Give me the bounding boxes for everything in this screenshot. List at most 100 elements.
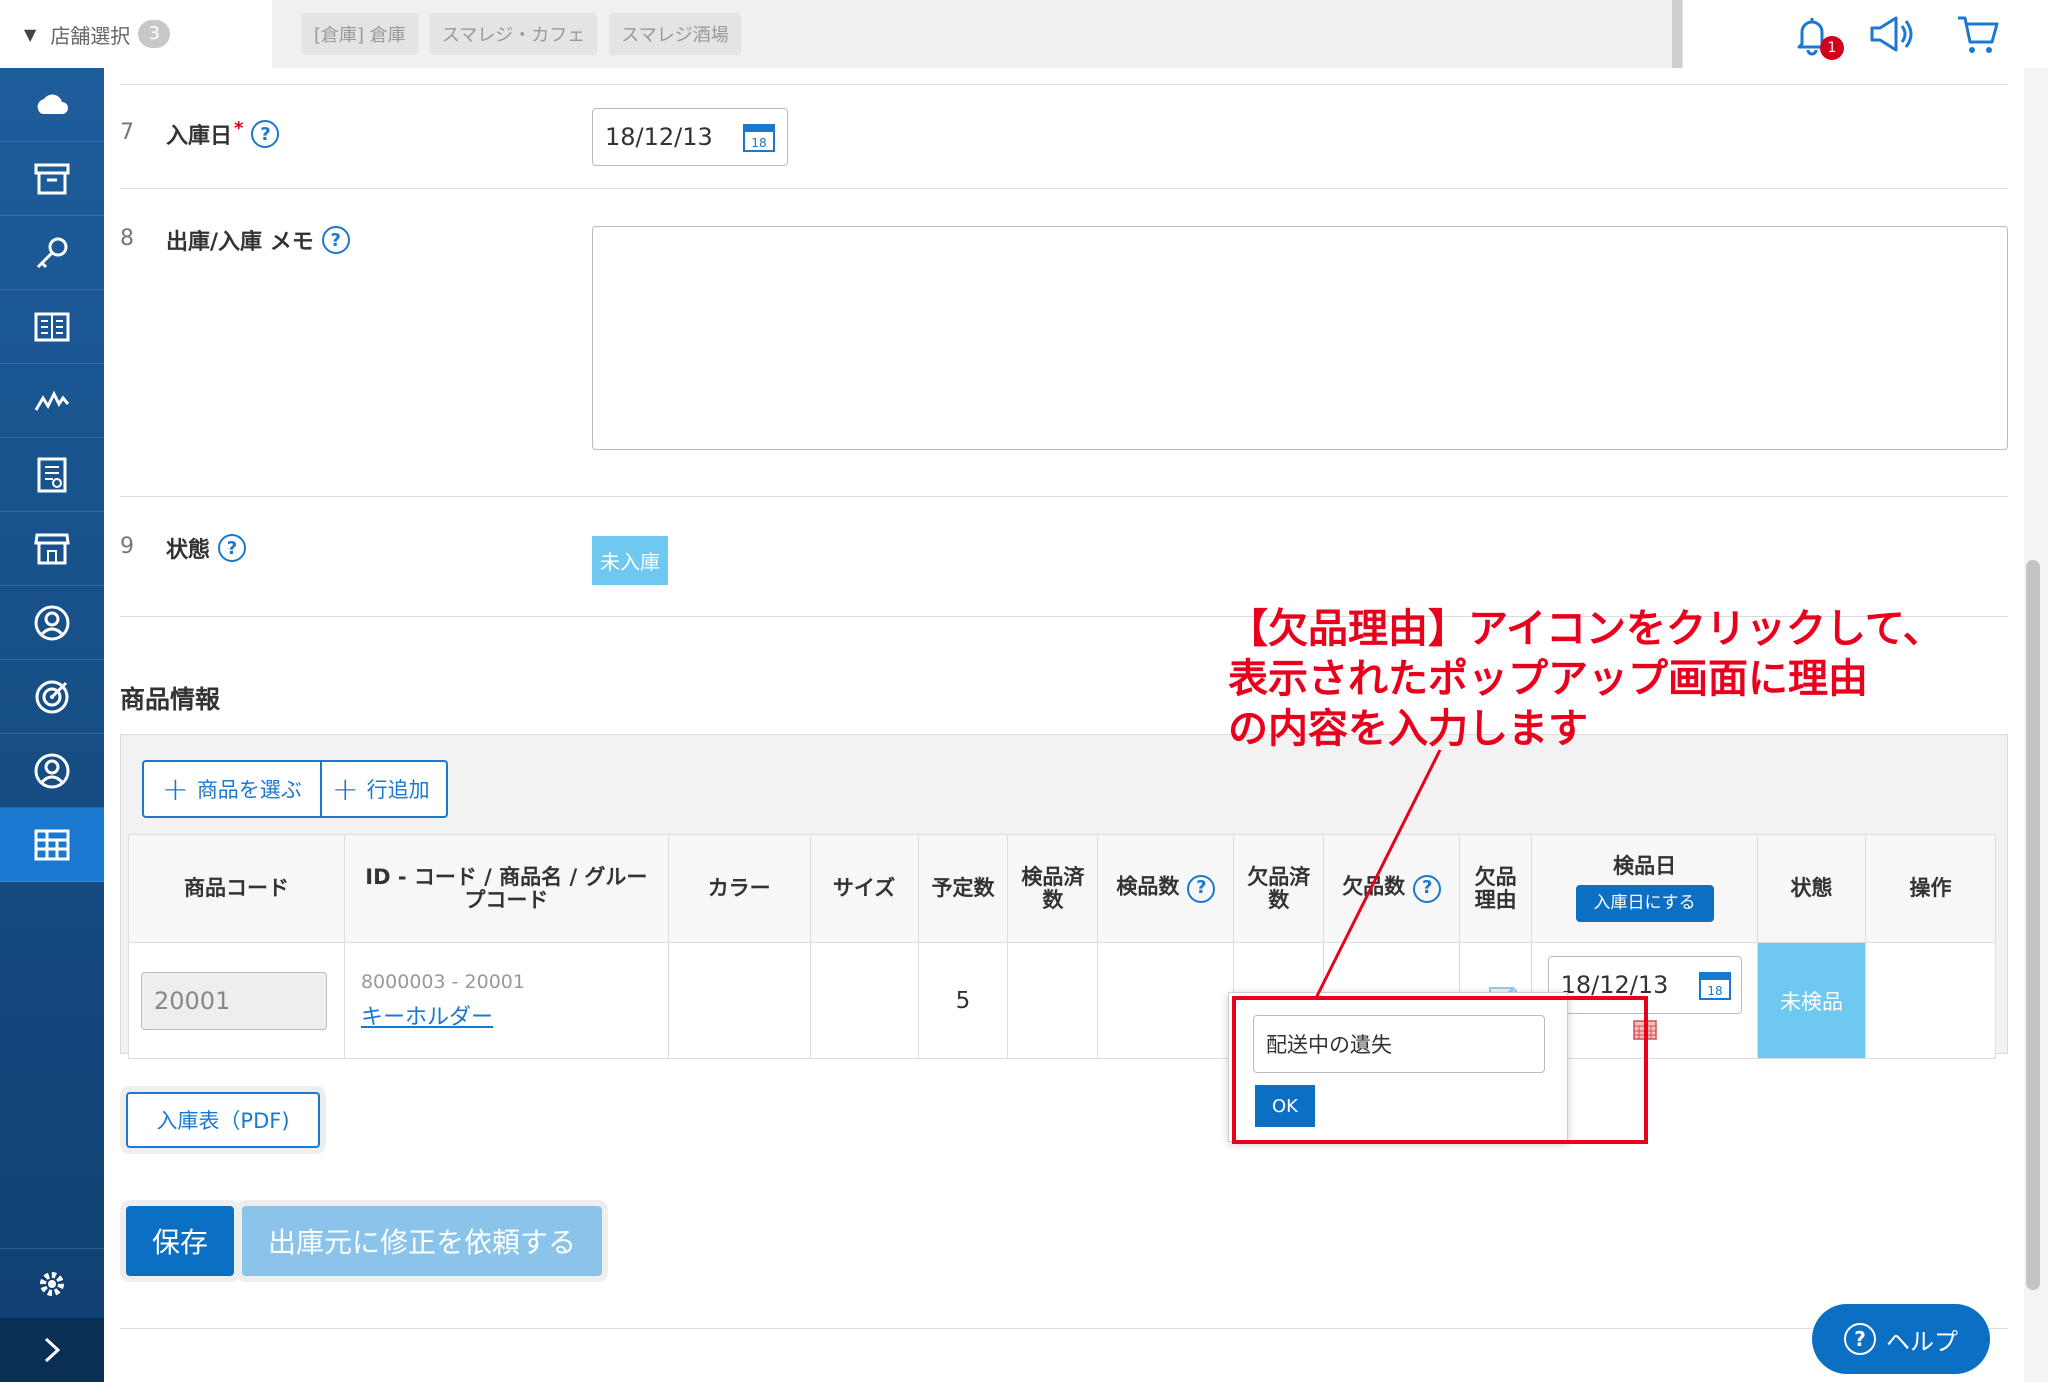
cell-color: [667, 942, 811, 1059]
chevron-right-icon: [44, 1337, 61, 1363]
cart-icon[interactable]: [1954, 10, 2002, 58]
top-bar: ▼ 店舗選択 3 [倉庫] 倉庫 スマレジ・カフェ スマレジ酒場 1: [0, 0, 2048, 68]
annotation-highlight-box: [1232, 996, 1648, 1144]
sidebar-item-target[interactable]: [0, 660, 104, 734]
col-header: サイズ: [809, 834, 919, 943]
select-product-label: 商品を選ぶ: [196, 778, 302, 802]
store-tab-cafe[interactable]: スマレジ・カフェ: [429, 13, 598, 55]
divider: [120, 188, 2008, 189]
help-icon[interactable]: ?: [218, 534, 247, 562]
cell-planned: 5: [917, 942, 1009, 1059]
scrollbar-thumb[interactable]: [2026, 560, 2040, 1290]
cell-size: [809, 942, 919, 1059]
product-id-code: 8000003 - 20001: [360, 970, 525, 993]
col-header-inspect-date: 検品日 入庫日にする: [1531, 834, 1759, 943]
row-number: 7: [120, 120, 134, 145]
staff-icon: [34, 753, 70, 788]
annotation-line-1: 【欠品理由】アイコンをクリックして、: [1228, 606, 1943, 652]
arrival-date-field[interactable]: 18/12/13 18: [592, 108, 788, 166]
inspect-date-value: 18/12/13: [1560, 971, 1669, 999]
product-name-link[interactable]: キーホルダー: [361, 1005, 493, 1030]
sidebar-item-report[interactable]: [0, 438, 104, 512]
col-header-label: 検品日: [1613, 853, 1677, 878]
caret-down-icon: ▼: [24, 24, 37, 44]
field-label-status: 状態 ?: [166, 532, 247, 564]
sidebar-item-analytics[interactable]: [0, 364, 104, 438]
set-arrival-date-button[interactable]: 入庫日にする: [1575, 884, 1714, 923]
calendar-day: 18: [1707, 984, 1722, 998]
sidebar-item-store[interactable]: [0, 512, 104, 586]
grid-icon: [34, 829, 70, 860]
megaphone-icon[interactable]: [1866, 10, 1914, 58]
main-content: 7 入庫日 * ? 18/12/13 18 8 出庫/入庫 メモ ? 9 状態 …: [104, 68, 2024, 1382]
plus-icon: +: [162, 770, 189, 808]
sidebar-item-book[interactable]: [0, 290, 104, 364]
status-badge: 未入庫: [592, 536, 668, 585]
store-count-badge: 3: [138, 20, 171, 48]
add-row-button[interactable]: + 行追加: [321, 760, 448, 818]
field-label-arrival-date: 入庫日 * ?: [166, 118, 280, 150]
status-label: 状態: [166, 538, 211, 563]
calendar-icon[interactable]: 18: [743, 122, 775, 152]
report-icon: [37, 457, 67, 492]
save-button[interactable]: 保存: [126, 1206, 234, 1276]
sidebar-item-customer[interactable]: [0, 586, 104, 660]
divider: [120, 1328, 2008, 1329]
col-header: 検品済数: [1007, 834, 1099, 943]
sidebar-item-archive[interactable]: [0, 142, 104, 216]
col-header: 操作: [1864, 834, 1997, 943]
memo-textarea[interactable]: [592, 226, 2008, 450]
sidebar-item-cloud[interactable]: [0, 68, 104, 142]
col-header: 商品コード: [128, 834, 345, 943]
col-header-label: 検品数: [1116, 874, 1180, 899]
settings-button[interactable]: [0, 1248, 104, 1318]
request-correction-button[interactable]: 出庫元に修正を依頼する: [242, 1206, 602, 1276]
select-product-button[interactable]: + 商品を選ぶ: [142, 760, 322, 818]
customer-icon: [34, 605, 70, 640]
chart-line-icon: [34, 390, 70, 411]
table-row: 20001 8000003 - 20001 キーホルダー 5 18/12/13: [128, 942, 1997, 1059]
store-tab-bar[interactable]: スマレジ酒場: [609, 13, 741, 55]
book-icon: [34, 312, 70, 341]
col-header: ID - コード / 商品名 / グループコード: [343, 834, 669, 943]
help-circle-icon: ?: [1844, 1323, 1876, 1355]
target-icon: [35, 680, 69, 713]
notification-badge: 1: [1820, 36, 1844, 60]
table-header-row: 商品コード ID - コード / 商品名 / グループコード カラー サイズ 予…: [128, 834, 1997, 943]
section-title-products: 商品情報: [120, 685, 221, 714]
col-header: 状態: [1757, 834, 1866, 943]
sidebar-item-inventory[interactable]: [0, 808, 104, 882]
cloud-icon: [37, 94, 68, 114]
annotation-arrow: [1314, 749, 1442, 999]
store-tab-warehouse[interactable]: [倉庫] 倉庫: [302, 13, 418, 55]
store-icon: [34, 533, 70, 564]
add-row-label: 行追加: [366, 778, 430, 802]
cell-inspected: [1007, 942, 1099, 1059]
gear-icon: [40, 1271, 64, 1296]
sidebar: [0, 68, 104, 1382]
cell-actions: [1864, 942, 1997, 1059]
product-action-group: + 商品を選ぶ + 行追加: [142, 760, 448, 818]
store-select-label: 店舗選択: [50, 23, 131, 48]
annotation-line-3: の内容を入力します: [1228, 706, 1588, 752]
col-header: 欠品理由: [1459, 834, 1533, 943]
archive-box-icon: [34, 163, 70, 194]
calendar-icon[interactable]: 18: [1698, 970, 1731, 1000]
help-button[interactable]: ? ヘルプ: [1812, 1304, 1990, 1374]
calendar-day: 18: [751, 136, 766, 150]
divider: [120, 496, 2008, 497]
field-label-memo: 出庫/入庫 メモ ?: [166, 224, 350, 256]
sidebar-item-key[interactable]: [0, 216, 104, 290]
memo-label: 出庫/入庫 メモ: [166, 230, 314, 255]
row-number: 9: [120, 534, 134, 559]
col-header: 予定数: [917, 834, 1009, 943]
arrival-pdf-button[interactable]: 入庫表（PDF): [126, 1092, 320, 1148]
product-code-field: 20001: [141, 971, 327, 1030]
help-icon[interactable]: ?: [251, 120, 280, 148]
arrival-date-value: 18/12/13: [605, 123, 713, 151]
store-select-dropdown[interactable]: ▼ 店舗選択 3: [0, 0, 272, 68]
key-icon: [36, 237, 68, 268]
expand-sidebar-button[interactable]: [0, 1318, 104, 1382]
help-icon[interactable]: ?: [321, 226, 350, 254]
sidebar-item-staff[interactable]: [0, 734, 104, 808]
